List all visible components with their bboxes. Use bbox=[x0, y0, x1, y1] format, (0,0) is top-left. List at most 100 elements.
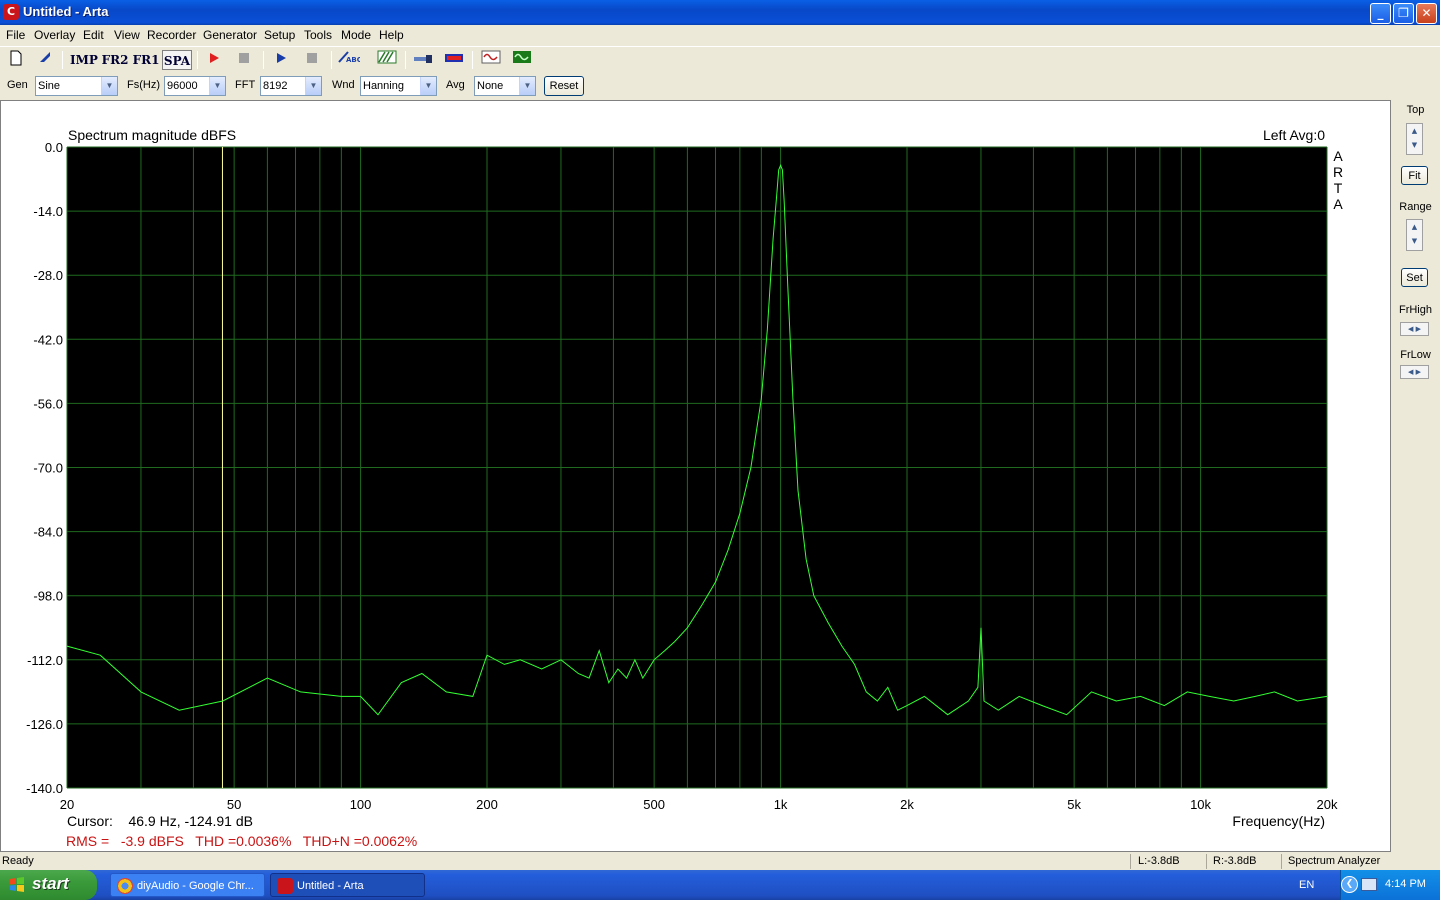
minimize-button[interactable]: _ bbox=[1370, 3, 1391, 24]
x-axis-label: Frequency(Hz) bbox=[1232, 813, 1325, 829]
fr2-mode-button[interactable]: FR2 bbox=[101, 50, 129, 70]
gen-label: Gen bbox=[7, 79, 28, 91]
close-button[interactable]: ✕ bbox=[1416, 3, 1437, 24]
play-icon[interactable] bbox=[271, 50, 291, 70]
y-tick-label: -70.0 bbox=[33, 461, 63, 476]
signal-generator-icon[interactable] bbox=[480, 50, 502, 70]
x-tick-label: 2k bbox=[900, 797, 914, 812]
fs-label: Fs(Hz) bbox=[127, 79, 160, 91]
toolbar-separator bbox=[472, 51, 473, 69]
range-spinner[interactable]: ▲ ▼ bbox=[1406, 219, 1423, 251]
status-right-level: R:-3.8dB bbox=[1213, 855, 1257, 867]
show-hidden-icons-icon[interactable]: ❮ bbox=[1341, 876, 1358, 893]
frhigh-label: FrHigh bbox=[1398, 304, 1432, 316]
svg-text:ABC: ABC bbox=[346, 56, 360, 64]
new-file-icon[interactable] bbox=[6, 50, 26, 70]
reset-button[interactable]: Reset bbox=[544, 76, 584, 96]
window-function-value: Hanning bbox=[363, 80, 404, 92]
taskbar-item-arta[interactable]: Untitled - Arta bbox=[270, 873, 425, 897]
taskbar-item-label: diyAudio - Google Chr... bbox=[137, 880, 254, 892]
chevron-down-icon[interactable]: ▼ bbox=[305, 77, 321, 95]
y-tick-labels: 0.0 -14.0 -28.0 -42.0 -56.0 -70.0 -84.0 -98.0 -1… bbox=[26, 140, 63, 796]
system-tray: ❮ 4:14 PM bbox=[1340, 870, 1440, 900]
chevron-down-icon[interactable]: ▼ bbox=[209, 77, 225, 95]
y-tick-label: 0.0 bbox=[45, 140, 63, 155]
menu-recorder[interactable]: Recorder bbox=[147, 28, 196, 42]
menu-tools[interactable]: Tools bbox=[304, 28, 332, 42]
status-divider bbox=[1206, 854, 1207, 869]
arta-app-icon[interactable]: C bbox=[3, 4, 19, 20]
menu-file[interactable]: File bbox=[6, 28, 25, 42]
menu-edit[interactable]: Edit bbox=[83, 28, 104, 42]
menu-mode[interactable]: Mode bbox=[341, 28, 371, 42]
menu-generator[interactable]: Generator bbox=[203, 28, 257, 42]
start-button[interactable]: start bbox=[0, 870, 97, 900]
y-tick-label: -140.0 bbox=[26, 781, 63, 796]
generator-value: Sine bbox=[38, 80, 61, 92]
maximize-button[interactable]: ❐ bbox=[1393, 3, 1414, 24]
wnd-label: Wnd bbox=[332, 79, 355, 91]
audio-device-icon[interactable] bbox=[443, 50, 465, 70]
record-icon[interactable] bbox=[204, 50, 224, 70]
watermark-letter: A bbox=[1333, 196, 1343, 212]
toolbar-separator bbox=[263, 51, 264, 69]
menu-help[interactable]: Help bbox=[379, 28, 404, 42]
frlow-spinner[interactable]: ◀ ▶ bbox=[1400, 365, 1429, 379]
watermark-letter: A bbox=[1333, 148, 1343, 164]
menu-overlay[interactable]: Overlay bbox=[34, 28, 75, 42]
network-icon[interactable] bbox=[1361, 878, 1377, 891]
scale-abc-icon[interactable]: ABC bbox=[337, 50, 362, 70]
language-indicator[interactable]: EN bbox=[1299, 879, 1314, 891]
taskbar-item-chrome[interactable]: diyAudio - Google Chr... bbox=[110, 873, 265, 897]
start-label: start bbox=[32, 874, 69, 893]
set-button[interactable]: Set bbox=[1401, 268, 1428, 287]
toolbar-separator bbox=[331, 51, 332, 69]
y-tick-label: -56.0 bbox=[33, 396, 63, 411]
title-bar: C Untitled - Arta _ ❐ ✕ bbox=[0, 0, 1440, 25]
spectrum-graph-panel: 20 50 100 200 500 1k 2k 5k 10k 20k 0.0 -14.0 -28.0 -… bbox=[0, 100, 1391, 852]
menu-setup[interactable]: Setup bbox=[264, 28, 295, 42]
y-tick-label: -84.0 bbox=[33, 525, 63, 540]
open-file-icon[interactable] bbox=[35, 50, 55, 70]
menu-view[interactable]: View bbox=[114, 28, 140, 42]
oscilloscope-icon[interactable] bbox=[511, 50, 533, 70]
fft-size-select[interactable]: 8192 ▼ bbox=[260, 76, 322, 96]
sample-rate-value: 96000 bbox=[167, 80, 198, 92]
frhigh-spinner[interactable]: ◀ ▶ bbox=[1400, 322, 1429, 336]
channel-info: Left Avg:0 bbox=[1263, 127, 1325, 143]
cursor-readout: Cursor: 46.9 Hz, -124.91 dB bbox=[67, 813, 253, 829]
impulse-mode-button[interactable]: IMP bbox=[70, 50, 98, 70]
pause-icon[interactable] bbox=[302, 50, 322, 70]
generator-select[interactable]: Sine ▼ bbox=[35, 76, 118, 96]
status-divider bbox=[1130, 854, 1131, 869]
menu-bar: File Overlay Edit View Recorder Generato… bbox=[0, 25, 1440, 45]
spectrum-mode-button[interactable]: SPA bbox=[162, 50, 192, 70]
chevron-down-icon[interactable]: ▼ bbox=[420, 77, 436, 95]
top-spinner[interactable]: ▲ ▼ bbox=[1406, 123, 1423, 155]
window-title: Untitled - Arta bbox=[23, 4, 109, 19]
stop-icon[interactable] bbox=[234, 50, 254, 70]
y-tick-label: -14.0 bbox=[33, 204, 63, 219]
status-divider bbox=[1281, 854, 1282, 869]
fit-button[interactable]: Fit bbox=[1401, 166, 1428, 185]
sample-rate-select[interactable]: 96000 ▼ bbox=[164, 76, 226, 96]
avg-label: Avg bbox=[446, 79, 465, 91]
averaging-select[interactable]: None ▼ bbox=[474, 76, 536, 96]
y-tick-label: -42.0 bbox=[33, 332, 63, 347]
x-tick-label: 100 bbox=[350, 797, 372, 812]
smoothing-icon[interactable] bbox=[376, 50, 398, 70]
chevron-down-icon[interactable]: ▼ bbox=[101, 77, 117, 95]
right-control-panel: Top Range FrHigh FrLow bbox=[1391, 100, 1440, 852]
x-tick-label: 5k bbox=[1067, 797, 1081, 812]
fr1-mode-button[interactable]: FR1 bbox=[132, 50, 160, 70]
taskbar: start diyAudio - Google Chr... Untitled … bbox=[0, 870, 1440, 900]
calibration-icon[interactable] bbox=[412, 50, 434, 70]
chevron-down-icon[interactable]: ▼ bbox=[519, 77, 535, 95]
x-tick-labels: 20 50 100 200 500 1k 2k 5k 10k 20k bbox=[60, 797, 1338, 812]
windows-logo-icon bbox=[10, 877, 24, 892]
spectrum-chart[interactable]: 20 50 100 200 500 1k 2k 5k 10k 20k 0.0 -14.0 -28.0 -… bbox=[1, 101, 1390, 851]
range-label: Range bbox=[1399, 201, 1432, 213]
chart-title: Spectrum magnitude dBFS bbox=[68, 127, 236, 143]
window-function-select[interactable]: Hanning ▼ bbox=[360, 76, 437, 96]
y-tick-label: -112.0 bbox=[27, 653, 63, 668]
